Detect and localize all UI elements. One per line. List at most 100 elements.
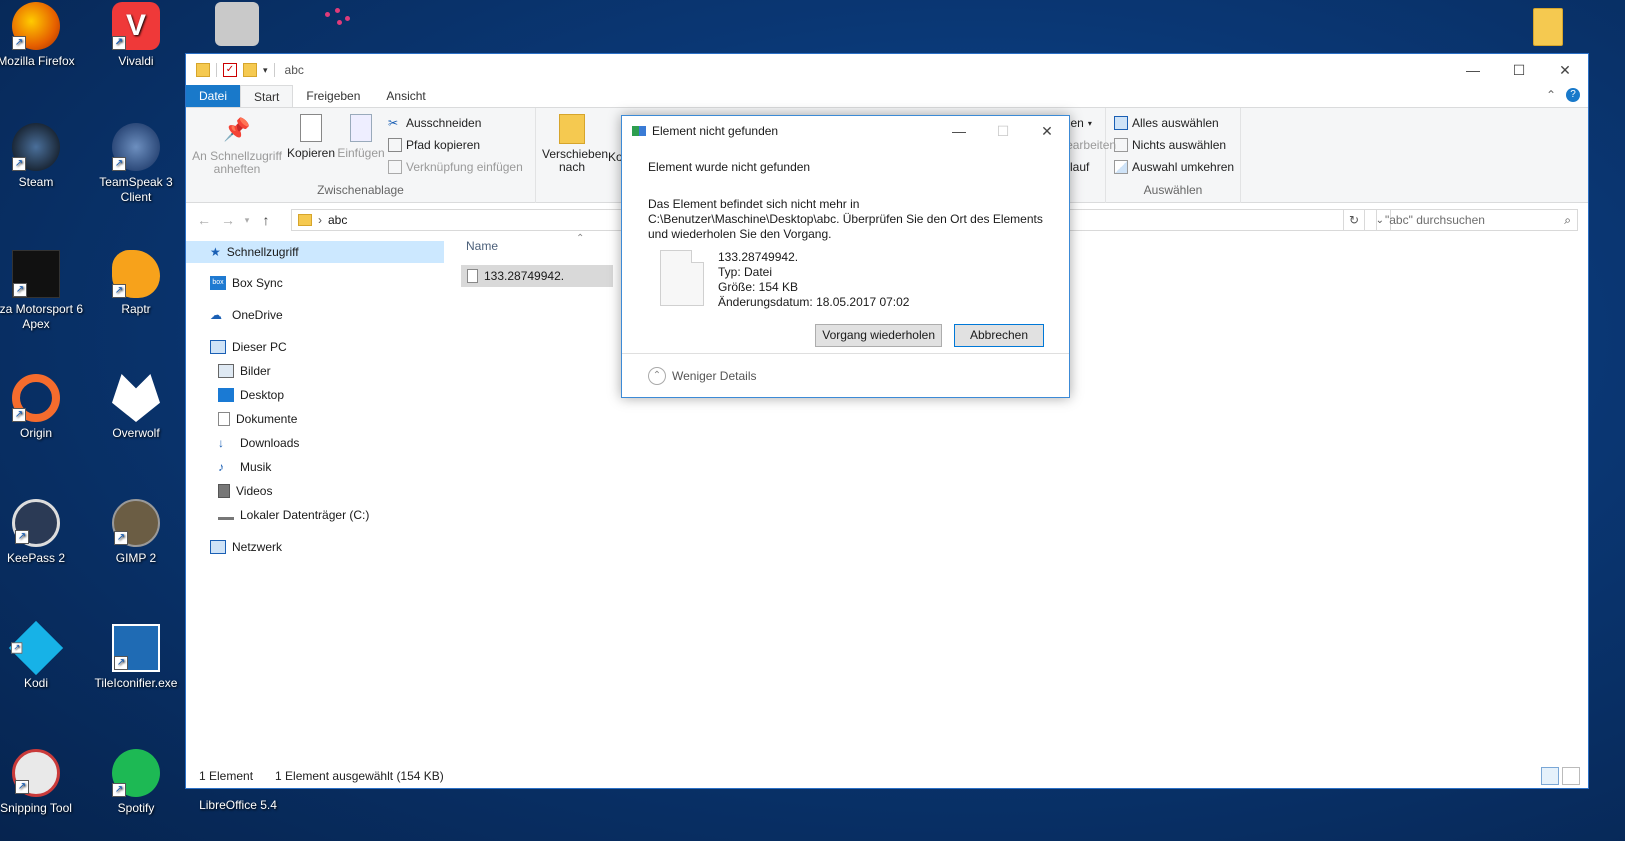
desktop-icon-dots[interactable]: [315, 6, 355, 46]
item-not-found-dialog: Element nicht gefunden — ☐ ✕ Element wur…: [621, 115, 1070, 398]
less-details-toggle[interactable]: Weniger Details: [672, 369, 756, 383]
ribbon-tabs: Datei Start Freigeben Ansicht ⌃ ?: [186, 85, 1588, 108]
drive-icon: [218, 510, 234, 520]
collapse-ribbon-icon[interactable]: ⌃: [1546, 88, 1556, 102]
music-note-icon: ♪: [218, 460, 224, 474]
desktop-icon-raptr[interactable]: ↗ Raptr: [86, 250, 186, 317]
folder-icon: [196, 63, 210, 77]
nav-item-pictures[interactable]: Bilder: [218, 360, 271, 382]
copy-path-button[interactable]: Pfad kopieren: [388, 138, 480, 152]
dot-icon: [337, 20, 342, 25]
shortcut-icon: [388, 160, 402, 174]
up-button[interactable]: ↑: [254, 212, 278, 228]
dialog-title: Element nicht gefunden: [652, 124, 779, 138]
desktop-icon-vivaldi[interactable]: V ↗ Vivaldi: [86, 2, 186, 69]
desktop-icon-teamspeak[interactable]: ↗ TeamSpeak 3 Client: [86, 123, 186, 205]
nav-item-desktop[interactable]: Desktop: [218, 384, 284, 406]
nav-item-quick-access[interactable]: ★ Schnellzugriff: [186, 241, 444, 263]
help-icon[interactable]: ?: [1566, 88, 1580, 102]
close-button[interactable]: ✕: [1542, 54, 1588, 86]
desktop-icon-spotify[interactable]: ↗ Spotify: [86, 749, 186, 816]
recent-locations-icon[interactable]: ▾: [240, 215, 254, 226]
retry-button[interactable]: Vorgang wiederholen: [815, 324, 942, 347]
select-all-button[interactable]: Alles auswählen: [1114, 116, 1219, 130]
nav-item-documents[interactable]: Dokumente: [218, 408, 297, 430]
maximize-button[interactable]: ☐: [1496, 54, 1542, 86]
qat-dropdown-icon[interactable]: ▾: [263, 65, 268, 76]
details-view-icon[interactable]: [1541, 767, 1559, 785]
desktop-icon-origin[interactable]: ↗ Origin: [0, 374, 86, 441]
copy-button[interactable]: Kopieren: [286, 114, 336, 160]
nav-item-this-pc[interactable]: Dieser PC: [210, 336, 287, 358]
copy-label: Kopieren: [286, 146, 336, 160]
breadcrumb[interactable]: abc: [328, 213, 347, 227]
dialog-buttons: Vorgang wiederholen Abbrechen: [648, 324, 1044, 347]
desktop-icon-forza[interactable]: ↗ orza Motorsport 6 Apex: [0, 250, 86, 332]
separator: [216, 63, 217, 77]
dialog-minimize-button[interactable]: —: [937, 116, 981, 146]
sort-arrow-icon: ⌃: [576, 233, 585, 244]
desktop-icon-gimp[interactable]: ↗ GIMP 2: [86, 499, 186, 566]
firefox-icon: ↗: [12, 2, 60, 50]
minimize-button[interactable]: —: [1450, 54, 1496, 86]
move-to-button[interactable]: Verschieben nach: [542, 114, 608, 174]
tab-freigeben[interactable]: Freigeben: [293, 85, 373, 107]
nav-label: Schnellzugriff: [226, 245, 299, 259]
pin-icon: 📌: [223, 117, 251, 142]
desktop-icon-label: orza Motorsport 6 Apex: [0, 302, 84, 331]
cut-button[interactable]: ✂ Ausschneiden: [388, 116, 481, 130]
desktop-icon-steam[interactable]: ↗ Steam: [0, 123, 86, 190]
tab-ansicht[interactable]: Ansicht: [373, 85, 438, 107]
shortcut-arrow-icon: ↗: [12, 157, 26, 171]
nav-item-box-sync[interactable]: box Box Sync: [210, 272, 283, 294]
paste-button[interactable]: Einfügen: [336, 114, 386, 160]
nav-item-videos[interactable]: Videos: [218, 480, 272, 502]
dialog-close-button[interactable]: ✕: [1025, 116, 1069, 146]
large-icons-view-icon[interactable]: [1562, 767, 1580, 785]
tab-datei[interactable]: Datei: [186, 85, 241, 107]
copy-to-button[interactable]: Ko: [608, 114, 622, 164]
description-line: C:\Benutzer\Maschine\Desktop\abc. Überpr…: [648, 212, 1043, 226]
tab-start[interactable]: Start: [240, 85, 294, 107]
invert-selection-button[interactable]: Auswahl umkehren: [1114, 160, 1234, 174]
box-icon: box: [210, 276, 226, 290]
back-button[interactable]: ←: [192, 212, 216, 228]
paste-label: Einfügen: [337, 146, 385, 160]
desktop-icon-libreoffice[interactable]: LibreOffice 5.4: [188, 798, 288, 813]
desktop-icon-firefox[interactable]: ↗ Mozilla Firefox: [0, 2, 86, 69]
invert-selection-label: Auswahl umkehren: [1132, 160, 1235, 174]
desktop-icon-kodi[interactable]: ↗ Kodi: [0, 620, 86, 691]
column-header-name[interactable]: Name: [466, 239, 498, 253]
desktop-icon-overwolf[interactable]: Overwolf: [86, 374, 186, 441]
nav-item-network[interactable]: Netzwerk: [210, 536, 282, 558]
nav-item-onedrive[interactable]: ☁ OneDrive: [210, 304, 283, 326]
desktop-icon-tileiconifier[interactable]: ↗ TileIconifier.exe: [86, 624, 186, 691]
forza-icon: ↗: [12, 250, 60, 298]
desktop-folder-icon[interactable]: [1533, 8, 1563, 46]
dialog-maximize-button: ☐: [996, 122, 1010, 139]
teamspeak-icon: ↗: [112, 123, 160, 171]
pin-quick-access-button[interactable]: 📌 An Schnellzugriff anheften: [192, 114, 282, 176]
cancel-button[interactable]: Abbrechen: [954, 324, 1044, 347]
file-detail-modified: Änderungsdatum: 18.05.2017 07:02: [718, 295, 910, 309]
nav-item-music[interactable]: ♪ Musik: [218, 456, 271, 478]
nav-label: Downloads: [240, 436, 300, 450]
select-none-button[interactable]: Nichts auswählen: [1114, 138, 1226, 152]
search-icon: ⌕: [1564, 213, 1571, 227]
properties-icon[interactable]: ✓: [223, 63, 237, 77]
select-all-icon: [1114, 116, 1128, 130]
search-input[interactable]: "abc" durchsuchen ⌕: [1376, 209, 1578, 231]
file-list-item[interactable]: 133.28749942.: [461, 265, 613, 287]
refresh-button[interactable]: ↻: [1343, 209, 1365, 231]
paste-shortcut-button[interactable]: Verknüpfung einfügen: [388, 160, 523, 174]
nav-item-downloads[interactable]: ↓ Downloads: [218, 432, 299, 454]
forward-button[interactable]: →: [216, 212, 240, 228]
nav-item-local-disk[interactable]: Lokaler Datenträger (C:): [218, 504, 369, 526]
new-folder-icon[interactable]: [243, 63, 257, 77]
desktop-icon-keepass[interactable]: ↗ KeePass 2: [0, 499, 86, 566]
select-all-label: Alles auswählen: [1132, 116, 1219, 130]
desktop-icon-drive-tool[interactable]: [215, 2, 259, 46]
chevron-up-icon[interactable]: ⌃: [648, 366, 666, 385]
nav-label: Box Sync: [232, 276, 283, 290]
desktop-icon-snipping-tool[interactable]: ↗ Snipping Tool: [0, 749, 86, 816]
